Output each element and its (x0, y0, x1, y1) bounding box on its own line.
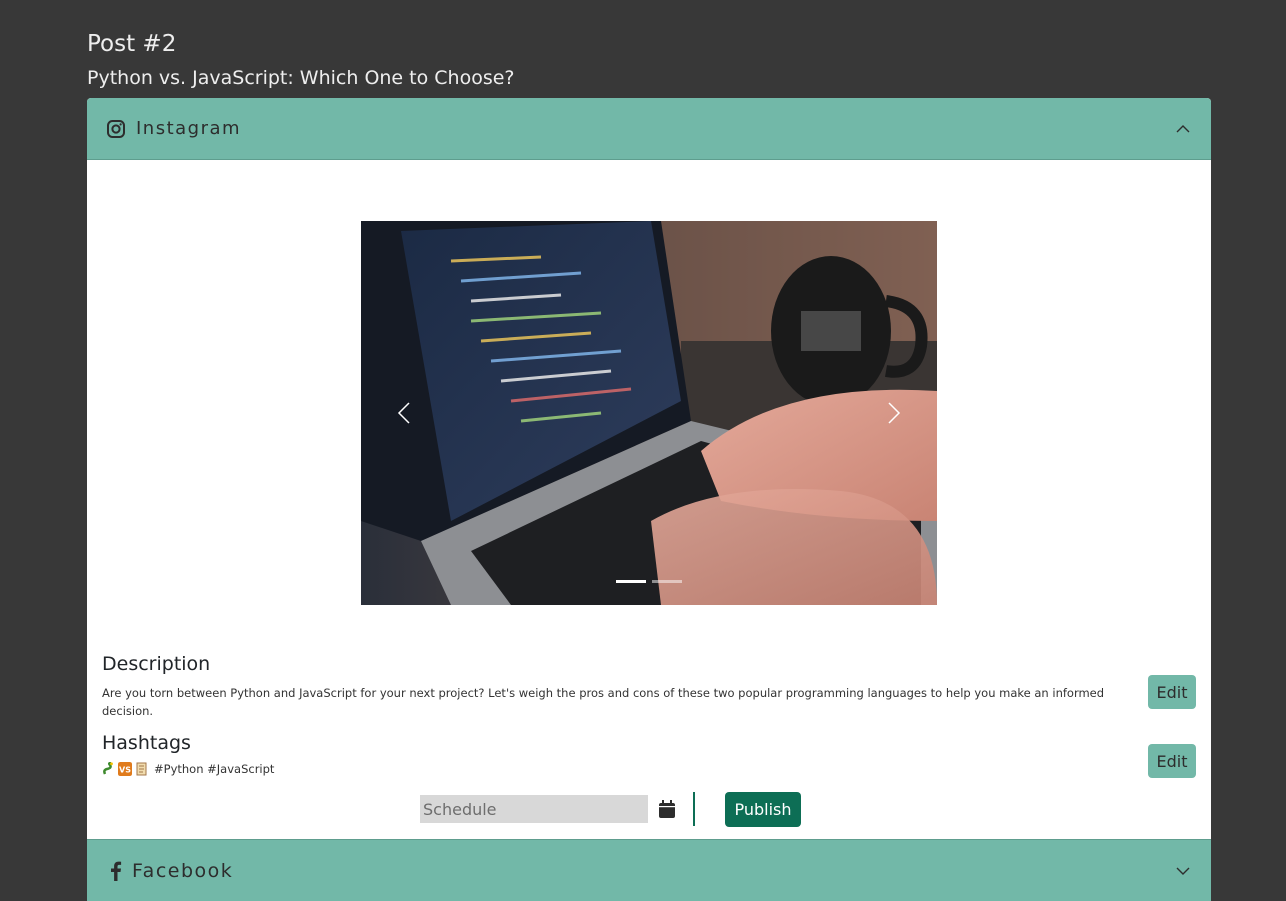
hashtags-heading: Hashtags (102, 732, 191, 754)
scroll-icon (136, 762, 147, 776)
hashtags-text: #Python #JavaScript (154, 762, 275, 776)
image-carousel[interactable] (361, 221, 937, 605)
divider (693, 792, 695, 826)
instagram-accordion-header[interactable]: Instagram (87, 98, 1211, 160)
carousel-indicator-2[interactable] (652, 580, 682, 583)
svg-text:VS: VS (119, 766, 131, 775)
edit-description-button[interactable]: Edit (1148, 675, 1196, 709)
carousel-indicators (361, 580, 937, 583)
facebook-accordion-header[interactable]: Facebook (87, 839, 1211, 901)
edit-hashtags-button[interactable]: Edit (1148, 744, 1196, 778)
chevron-right-icon[interactable] (881, 401, 905, 425)
snake-icon (103, 762, 113, 775)
chevron-up-icon[interactable] (1175, 121, 1191, 137)
hashtags-line: VS #Python #JavaScript (102, 762, 274, 776)
chevron-left-icon[interactable] (393, 401, 417, 425)
facebook-label: Facebook (132, 860, 234, 882)
carousel-image (361, 221, 937, 605)
publish-button[interactable]: Publish (725, 792, 801, 827)
description-text: Are you torn between Python and JavaScri… (102, 686, 1105, 718)
instagram-icon (107, 120, 125, 138)
facebook-icon (111, 861, 122, 881)
post-title: Python vs. JavaScript: Which One to Choo… (87, 67, 515, 89)
chevron-down-icon[interactable] (1175, 863, 1191, 879)
schedule-input[interactable] (420, 795, 648, 823)
vs-icon: VS (118, 762, 132, 776)
description-heading: Description (102, 653, 211, 675)
carousel-indicator-1[interactable] (616, 580, 646, 583)
platform-accordion: Instagram Description Are you torn betwe… (87, 98, 1211, 901)
calendar-icon[interactable] (659, 800, 675, 818)
post-number: Post #2 (87, 31, 177, 57)
instagram-label: Instagram (136, 118, 242, 139)
